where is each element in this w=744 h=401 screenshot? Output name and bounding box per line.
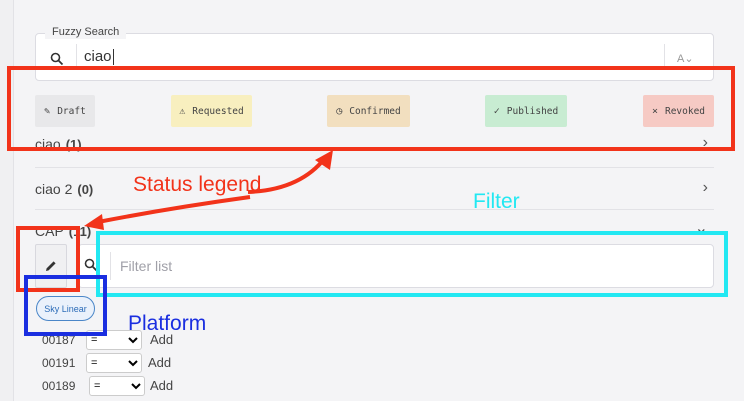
status-legend-annotation: Status legend — [133, 173, 262, 196]
search-input-value: ciao — [84, 48, 112, 65]
group-count: (11) — [68, 224, 92, 239]
search-icon — [50, 52, 64, 66]
group-label: CAP — [35, 223, 64, 239]
chevron-right-icon[interactable]: › — [703, 179, 708, 197]
platform-annotation: Platform — [128, 312, 207, 335]
status-chip-revoked: × Revoked — [643, 95, 714, 127]
fuzzy-search-label: Fuzzy Search — [45, 25, 127, 39]
status-chip-confirmed: ◷ Confirmed — [327, 95, 410, 127]
status-chip-label: Revoked — [664, 105, 706, 117]
text-caret — [112, 49, 114, 66]
item-row: 00191 = Add — [42, 353, 212, 373]
status-chip-label: Published — [506, 105, 559, 117]
operator-select[interactable]: = — [86, 353, 142, 373]
group-count: (1) — [65, 137, 82, 152]
close-icon: × — [651, 105, 658, 117]
search-divider — [76, 44, 77, 70]
item-code: 00187 — [42, 333, 76, 347]
chevron-right-icon[interactable]: › — [703, 134, 708, 152]
case-sensitivity-dropdown[interactable]: A⌄ — [677, 52, 694, 65]
operator-select[interactable]: = — [89, 376, 145, 396]
filter-annotation: Filter — [473, 190, 520, 213]
item-code: 00191 — [42, 356, 76, 370]
warning-icon: ⚠ — [179, 105, 186, 117]
edit-button[interactable] — [35, 244, 67, 288]
pencil-icon — [46, 261, 56, 271]
add-button[interactable]: Add — [150, 378, 173, 393]
status-chip-label: Requested — [192, 105, 244, 117]
platform-badge[interactable]: Sky Linear — [36, 296, 95, 321]
item-row: 00189 = Add — [42, 376, 212, 396]
search-icon — [84, 258, 98, 272]
status-chip-requested: ⚠ Requested — [171, 95, 252, 127]
filter-input[interactable] — [120, 255, 680, 277]
fuzzy-search-field[interactable] — [35, 33, 714, 81]
left-panel-edge — [0, 0, 14, 401]
status-chip-draft: ✎ Draft — [35, 95, 95, 127]
chevron-down-icon[interactable]: ⌄ — [695, 218, 708, 238]
group-row-ciao[interactable]: ciao (1) › — [35, 128, 714, 168]
group-label: ciao 2 — [35, 181, 73, 197]
filter-divider — [110, 252, 111, 280]
search-input[interactable]: ciao — [84, 48, 114, 66]
status-chip-label: Draft — [57, 105, 86, 117]
status-chip-label: Confirmed — [349, 105, 401, 117]
group-count: (0) — [77, 182, 94, 197]
add-button[interactable]: Add — [148, 355, 171, 370]
pencil-icon: ✎ — [44, 105, 51, 117]
case-divider — [664, 44, 665, 70]
group-label: ciao — [35, 136, 61, 152]
check-icon: ✓ — [493, 105, 500, 117]
clock-icon: ◷ — [336, 105, 343, 117]
status-chip-published: ✓ Published — [485, 95, 567, 127]
item-code: 00189 — [42, 379, 76, 393]
